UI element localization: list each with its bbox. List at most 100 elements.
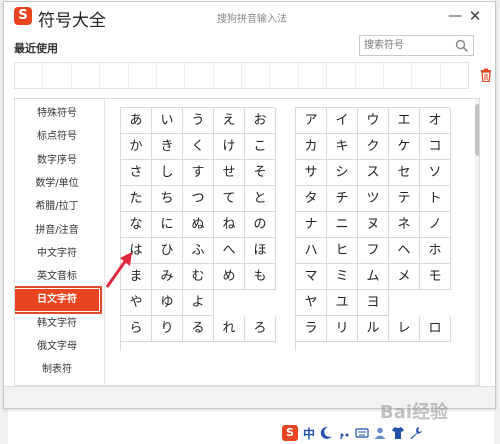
character-cell[interactable]: ら (121, 316, 152, 342)
category-item[interactable]: 拼音/注音 (15, 220, 99, 242)
recent-symbol-slot[interactable] (327, 63, 356, 88)
search-box[interactable] (359, 35, 474, 56)
character-cell[interactable]: コ (420, 134, 451, 160)
character-cell[interactable]: め (214, 264, 245, 290)
character-cell[interactable]: ロ (420, 316, 451, 342)
recent-symbol-slot[interactable] (185, 63, 214, 88)
character-cell[interactable]: む (183, 264, 214, 290)
character-cell[interactable]: メ (389, 264, 420, 290)
character-cell[interactable]: い (152, 108, 183, 134)
category-item[interactable]: 英文音标 (15, 266, 99, 288)
character-cell[interactable]: ユ (327, 290, 358, 316)
character-cell[interactable]: す (183, 160, 214, 186)
character-cell[interactable]: ろ (245, 316, 276, 342)
character-cell[interactable]: り (152, 316, 183, 342)
recent-symbol-slot[interactable] (299, 63, 328, 88)
character-cell[interactable]: し (152, 160, 183, 186)
character-cell[interactable]: ソ (420, 160, 451, 186)
character-cell[interactable]: ウ (358, 108, 389, 134)
recent-symbol-slot[interactable] (412, 63, 441, 88)
category-item[interactable]: 希腊/拉丁 (15, 196, 99, 218)
category-item[interactable]: 数字序号 (15, 150, 99, 172)
character-cell[interactable]: チ (327, 186, 358, 212)
character-cell[interactable]: に (152, 212, 183, 238)
scrollbar-thumb[interactable] (475, 104, 479, 156)
character-cell[interactable]: レ (389, 316, 420, 342)
character-cell[interactable]: そ (245, 160, 276, 186)
category-item[interactable]: 日文字符 (15, 286, 102, 315)
character-cell[interactable]: ケ (389, 134, 420, 160)
character-cell[interactable]: ク (358, 134, 389, 160)
character-cell[interactable]: け (214, 134, 245, 160)
character-cell[interactable]: ナ (296, 212, 327, 238)
character-cell[interactable]: せ (214, 160, 245, 186)
character-cell[interactable]: ヌ (358, 212, 389, 238)
character-cell[interactable]: ミ (327, 264, 358, 290)
character-cell[interactable]: ト (420, 186, 451, 212)
recent-symbol-slot[interactable] (100, 63, 129, 88)
character-cell[interactable]: サ (296, 160, 327, 186)
character-cell[interactable]: イ (327, 108, 358, 134)
punctuation-icon[interactable] (337, 426, 351, 440)
character-cell[interactable]: み (152, 264, 183, 290)
character-cell[interactable]: ぬ (183, 212, 214, 238)
character-cell[interactable]: う (183, 108, 214, 134)
recent-symbol-slot[interactable] (242, 63, 271, 88)
character-cell[interactable]: ひ (152, 238, 183, 264)
character-cell[interactable]: ネ (389, 212, 420, 238)
character-cell[interactable]: ヒ (327, 238, 358, 264)
user-icon[interactable] (373, 426, 387, 440)
character-cell[interactable]: も (245, 264, 276, 290)
character-cell[interactable]: ヘ (389, 238, 420, 264)
category-item[interactable]: 中文字符 (15, 243, 99, 265)
recent-symbol-slot[interactable] (129, 63, 157, 88)
keyboard-icon[interactable] (355, 426, 369, 440)
trash-icon[interactable] (480, 68, 492, 82)
character-cell[interactable]: ほ (245, 238, 276, 264)
character-cell[interactable]: な (121, 212, 152, 238)
character-cell[interactable]: ム (358, 264, 389, 290)
sogou-toolbar-logo-icon[interactable]: S (282, 425, 298, 441)
character-cell[interactable]: シ (327, 160, 358, 186)
character-cell[interactable]: ち (152, 186, 183, 212)
recent-symbol-slot[interactable] (356, 63, 384, 88)
character-cell[interactable]: ツ (358, 186, 389, 212)
character-cell[interactable]: ね (214, 212, 245, 238)
character-cell[interactable]: ヤ (296, 290, 327, 316)
recent-symbol-slot[interactable] (214, 63, 242, 88)
character-cell[interactable]: お (245, 108, 276, 134)
wrench-icon[interactable] (409, 426, 423, 440)
character-cell[interactable]: ル (358, 316, 389, 342)
minimize-icon[interactable]: — (445, 6, 465, 26)
character-cell[interactable]: ス (358, 160, 389, 186)
recent-symbol-slot[interactable] (72, 63, 101, 88)
character-cell[interactable]: へ (214, 238, 245, 264)
character-cell[interactable]: ニ (327, 212, 358, 238)
character-cell[interactable]: テ (389, 186, 420, 212)
character-cell[interactable]: れ (214, 316, 245, 342)
recent-symbol-slot[interactable] (43, 63, 72, 88)
category-item[interactable]: 标点符号 (15, 126, 99, 148)
character-cell[interactable]: こ (245, 134, 276, 160)
character-cell[interactable]: ノ (420, 212, 451, 238)
category-item[interactable]: 数学/单位 (15, 173, 99, 195)
character-cell[interactable]: ホ (420, 238, 451, 264)
search-icon[interactable] (455, 39, 469, 53)
moon-icon[interactable] (319, 426, 333, 440)
recent-symbol-slot[interactable] (384, 63, 413, 88)
category-item[interactable]: 俄文字母 (15, 336, 99, 358)
language-mode-toggle[interactable]: 中 (303, 425, 315, 442)
close-icon[interactable]: ✕ (465, 6, 485, 26)
category-item[interactable]: 制表符 (15, 359, 99, 381)
title-bar[interactable]: S 符号大全 搜狗拼音输入法 — ✕ (4, 2, 495, 32)
search-input[interactable] (364, 38, 452, 53)
character-cell[interactable]: た (121, 186, 152, 212)
recent-symbol-slot[interactable] (15, 63, 44, 88)
character-cell[interactable]: オ (420, 108, 451, 134)
category-item[interactable]: 韩文字符 (15, 313, 99, 335)
character-cell[interactable]: キ (327, 134, 358, 160)
character-cell[interactable]: タ (296, 186, 327, 212)
character-cell[interactable]: セ (389, 160, 420, 186)
character-cell[interactable]: つ (183, 186, 214, 212)
category-item[interactable]: 特殊符号 (15, 103, 99, 125)
